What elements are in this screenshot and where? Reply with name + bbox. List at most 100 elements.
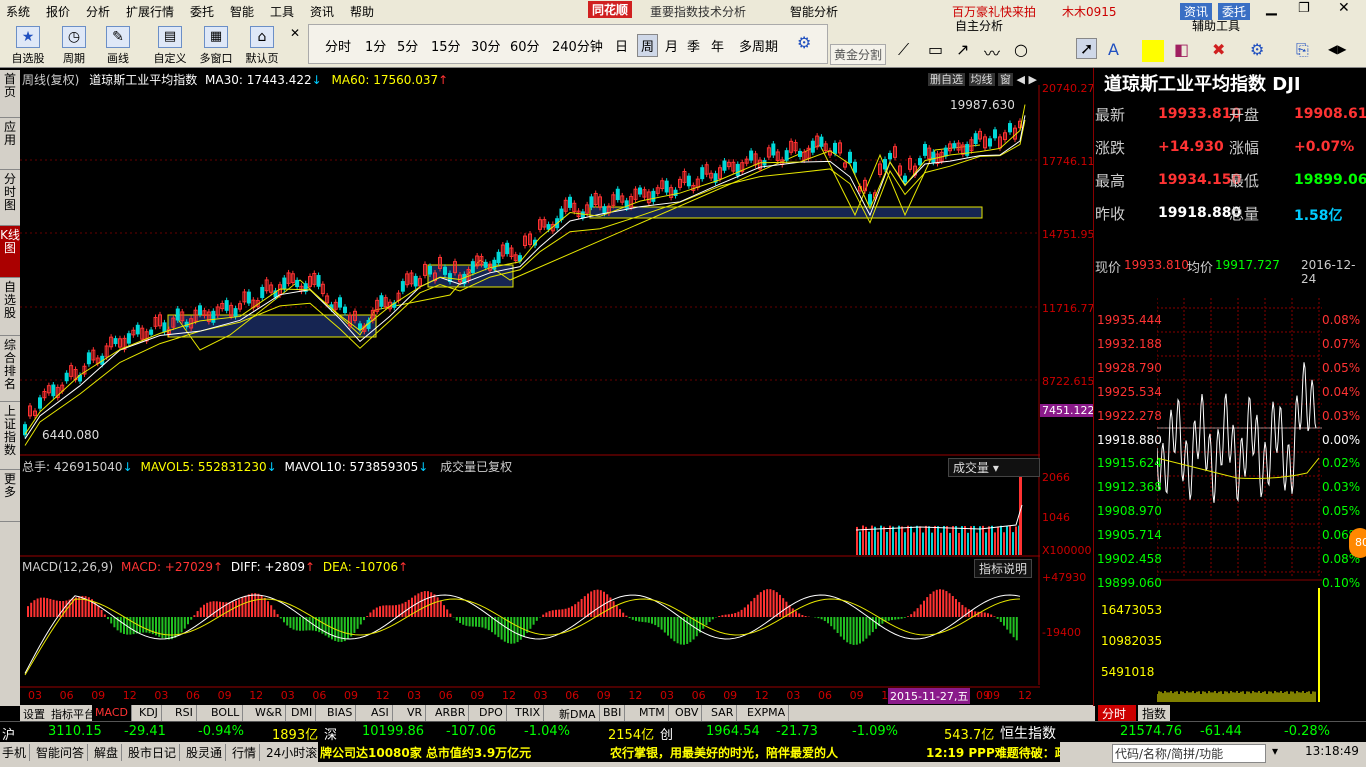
side-tab-kline[interactable]: K线图	[0, 226, 20, 278]
period-30min[interactable]: 30分	[471, 36, 501, 55]
news-item-2[interactable]: 农行掌银，用最美好的时光，陪伴最爱的人	[610, 744, 838, 761]
intraday-chart[interactable]	[1157, 298, 1322, 702]
period-15min[interactable]: 15分	[431, 36, 461, 55]
menu-ext-quote[interactable]: 扩展行情	[126, 3, 174, 20]
news-item-1[interactable]: 牌公司达10080家 总市值约3.9万亿元	[320, 744, 531, 761]
indicator-tab[interactable]: W&R	[252, 705, 287, 721]
indicator-tab[interactable]: ASI	[368, 705, 393, 721]
status-item[interactable]: 解盘	[94, 744, 123, 761]
status-item[interactable]: 股灵通	[186, 744, 227, 761]
indicator-tab[interactable]: TRIX	[512, 705, 545, 721]
news-item-3[interactable]: 12:19 PPP难题待破：政府如何平衡	[926, 744, 1060, 761]
side-tab-sh-index[interactable]: 上证指数	[0, 402, 20, 470]
tab-self-analysis[interactable]: 自主分析	[955, 17, 1003, 34]
menu-info[interactable]: 资讯	[310, 3, 334, 20]
search-input[interactable]: 代码/名称/简拼/功能	[1112, 744, 1266, 763]
indicator-tab[interactable]: EXPMA	[744, 705, 790, 721]
search-dropdown-icon[interactable]: ▾	[1272, 744, 1278, 758]
side-tab-home[interactable]: 首页	[0, 70, 20, 118]
period-1min[interactable]: 1分	[365, 36, 386, 55]
export-icon[interactable]: ⎘	[1296, 40, 1309, 60]
close-icon[interactable]: ✕	[1338, 0, 1350, 16]
indicator-tab[interactable]: SAR	[708, 705, 738, 721]
wave-tool-icon[interactable]: 〰	[984, 40, 1000, 64]
indicator-tab[interactable]: BBI	[600, 705, 626, 721]
custom-button[interactable]: ▤ 自定义	[148, 22, 192, 66]
period-month[interactable]: 月	[665, 36, 678, 55]
user-name[interactable]: 木木0915	[1062, 3, 1117, 20]
period-5min[interactable]: 5分	[397, 36, 418, 55]
indicator-tab[interactable]: DMI	[288, 705, 317, 721]
period-quarter[interactable]: 季	[687, 36, 700, 55]
volume-bar	[946, 526, 948, 555]
tab-index[interactable]: 指数	[1138, 705, 1171, 722]
indicator-tab[interactable]: KDJ	[136, 705, 162, 721]
floating-badge[interactable]: 80	[1349, 528, 1366, 558]
watchlist-button[interactable]: ★ 自选股	[6, 22, 50, 66]
text-tool-icon[interactable]: A	[1108, 40, 1119, 59]
color-swatch[interactable]	[1142, 40, 1164, 62]
period-60min[interactable]: 60分	[510, 36, 540, 55]
indicator-tab[interactable]: 设置	[20, 705, 49, 721]
menu-system[interactable]: 系统	[6, 3, 30, 20]
menu-analysis[interactable]: 分析	[86, 3, 110, 20]
volume-bar	[925, 525, 927, 555]
tab-smart-analysis[interactable]: 智能分析	[790, 3, 838, 20]
line-tool-icon[interactable]: ⟋	[898, 40, 909, 60]
circle-tool-icon[interactable]: ○	[1014, 40, 1028, 59]
ray-tool-icon[interactable]: ↗	[956, 40, 969, 59]
status-item[interactable]: 智能问答	[36, 744, 89, 761]
delete-icon[interactable]: ✖	[1212, 40, 1225, 59]
multi-window-button[interactable]: ▦ 多窗口	[194, 22, 238, 66]
period-fenshi[interactable]: 分时	[325, 36, 351, 55]
menu-help[interactable]: 帮助	[350, 3, 374, 20]
menu-trade[interactable]: 委托	[190, 3, 214, 20]
draw-line-button[interactable]: ✎ 画线	[96, 22, 140, 66]
volume-bar	[997, 526, 999, 555]
period-year[interactable]: 年	[711, 36, 724, 55]
maximize-icon[interactable]: ❐	[1298, 1, 1310, 16]
default-page-button[interactable]: ⌂ 默认页	[240, 22, 284, 66]
period-week[interactable]: 周	[637, 34, 659, 57]
period-multi[interactable]: 多周期	[739, 36, 778, 55]
menu-quote[interactable]: 报价	[46, 3, 70, 20]
side-tab-watchlist[interactable]: 自选股	[0, 278, 20, 336]
menu-tools[interactable]: 工具	[270, 3, 294, 20]
side-tab-more[interactable]: 更多	[0, 470, 20, 522]
indicator-tab[interactable]: BIAS	[324, 705, 357, 721]
indicator-tab[interactable]: 新DMA	[556, 705, 600, 721]
indicator-tab[interactable]: DPO	[476, 705, 507, 721]
kline-chart[interactable]	[20, 85, 1040, 705]
menu-smart[interactable]: 智能	[230, 3, 254, 20]
indicator-tab[interactable]: MACD	[92, 705, 132, 721]
close-toolbar-icon[interactable]: ✕	[290, 26, 300, 40]
volume-indicator-select[interactable]: 成交量 ▾	[948, 458, 1040, 477]
tab-intraday[interactable]: 分时	[1098, 705, 1136, 722]
eraser-icon[interactable]: ◧	[1174, 40, 1189, 59]
gear-icon[interactable]: ⚙	[1250, 40, 1264, 59]
cursor-tool-icon[interactable]: ➚	[1076, 38, 1098, 59]
period-day[interactable]: 日	[615, 36, 628, 55]
period-button[interactable]: ◷ 周期	[52, 22, 96, 66]
indicator-tab[interactable]: BOLL	[208, 705, 244, 721]
indicator-tab[interactable]: RSI	[172, 705, 197, 721]
side-tab-apps[interactable]: 应用	[0, 118, 20, 170]
indicator-tab[interactable]: MTM	[636, 705, 669, 721]
settings-gear-icon[interactable]: ⚙	[797, 33, 811, 52]
candle-body	[470, 261, 475, 274]
golden-split-button[interactable]: 黄金分割	[830, 44, 887, 65]
status-item[interactable]: 股市日记	[128, 744, 181, 761]
indicator-tab[interactable]: ARBR	[432, 705, 470, 721]
side-tab-intraday[interactable]: 分时图	[0, 170, 20, 226]
side-tab-ranking[interactable]: 综合排名	[0, 336, 20, 402]
flip-icon[interactable]: ◀▶	[1328, 42, 1346, 56]
indicator-help-button[interactable]: 指标说明	[974, 559, 1033, 578]
status-item[interactable]: 手机	[2, 744, 31, 761]
tab-aux-tools[interactable]: 辅助工具	[1192, 17, 1240, 34]
status-item[interactable]: 行情	[232, 744, 261, 761]
period-240min[interactable]: 240分钟	[552, 36, 603, 55]
indicator-tab[interactable]: VR	[404, 705, 427, 721]
rect-tool-icon[interactable]: ▭	[928, 40, 943, 59]
minimize-icon[interactable]: ▁	[1266, 0, 1277, 16]
indicator-tab[interactable]: OBV	[672, 705, 703, 721]
